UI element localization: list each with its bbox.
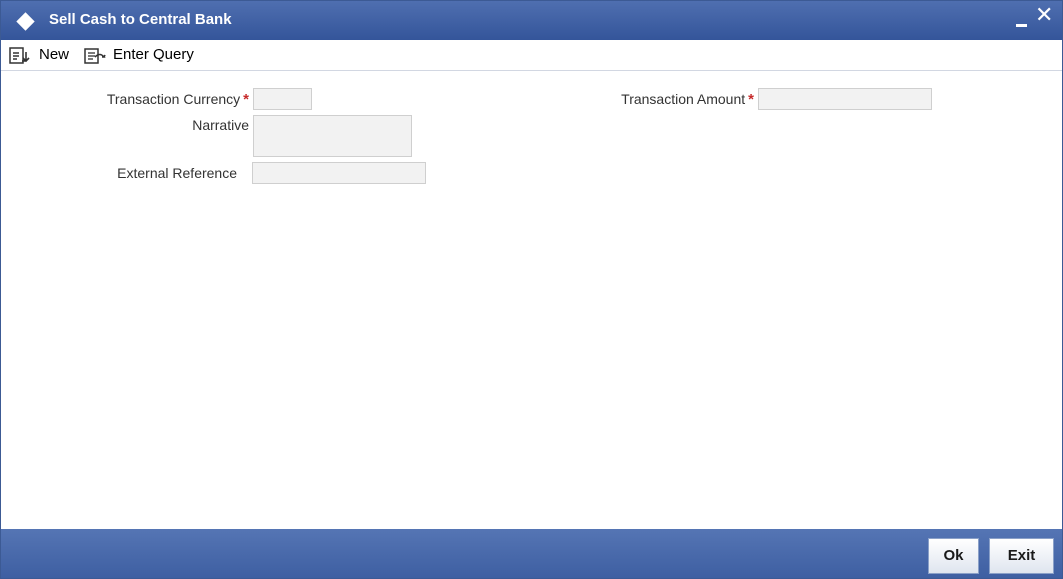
title-bar[interactable]: Sell Cash to Central Bank ✕ [1,1,1062,40]
toolbar: New Enter Query [1,40,1062,71]
new-label: New [39,46,70,63]
required-mark: * [748,91,754,108]
new-button[interactable]: New [9,46,75,66]
transaction-amount-input[interactable] [758,88,932,110]
enter-query-label: Enter Query [113,46,194,63]
form-area: Transaction Currency * Narrative External… [1,71,1062,529]
query-icon [84,48,106,64]
close-icon[interactable]: ✕ [1035,4,1053,26]
transaction-currency-input[interactable] [253,88,312,110]
minimize-icon[interactable] [1014,7,1030,27]
external-reference-label: External Reference [117,165,237,181]
transaction-amount-label: Transaction Amount * [621,91,754,108]
exit-button[interactable]: Exit [989,538,1054,574]
external-reference-input[interactable] [252,162,426,184]
required-mark: * [243,91,249,108]
diamond-icon [16,12,35,31]
window-title: Sell Cash to Central Bank [49,11,232,28]
enter-query-button[interactable]: Enter Query [84,46,204,66]
sell-cash-window: Sell Cash to Central Bank ✕ New Enter Qu… [0,0,1063,579]
new-document-icon [9,47,30,64]
narrative-input[interactable] [253,115,412,157]
narrative-label: Narrative [192,117,249,133]
ok-button[interactable]: Ok [928,538,979,574]
footer-bar: Ok Exit [1,529,1062,578]
transaction-currency-label: Transaction Currency * [106,91,249,108]
